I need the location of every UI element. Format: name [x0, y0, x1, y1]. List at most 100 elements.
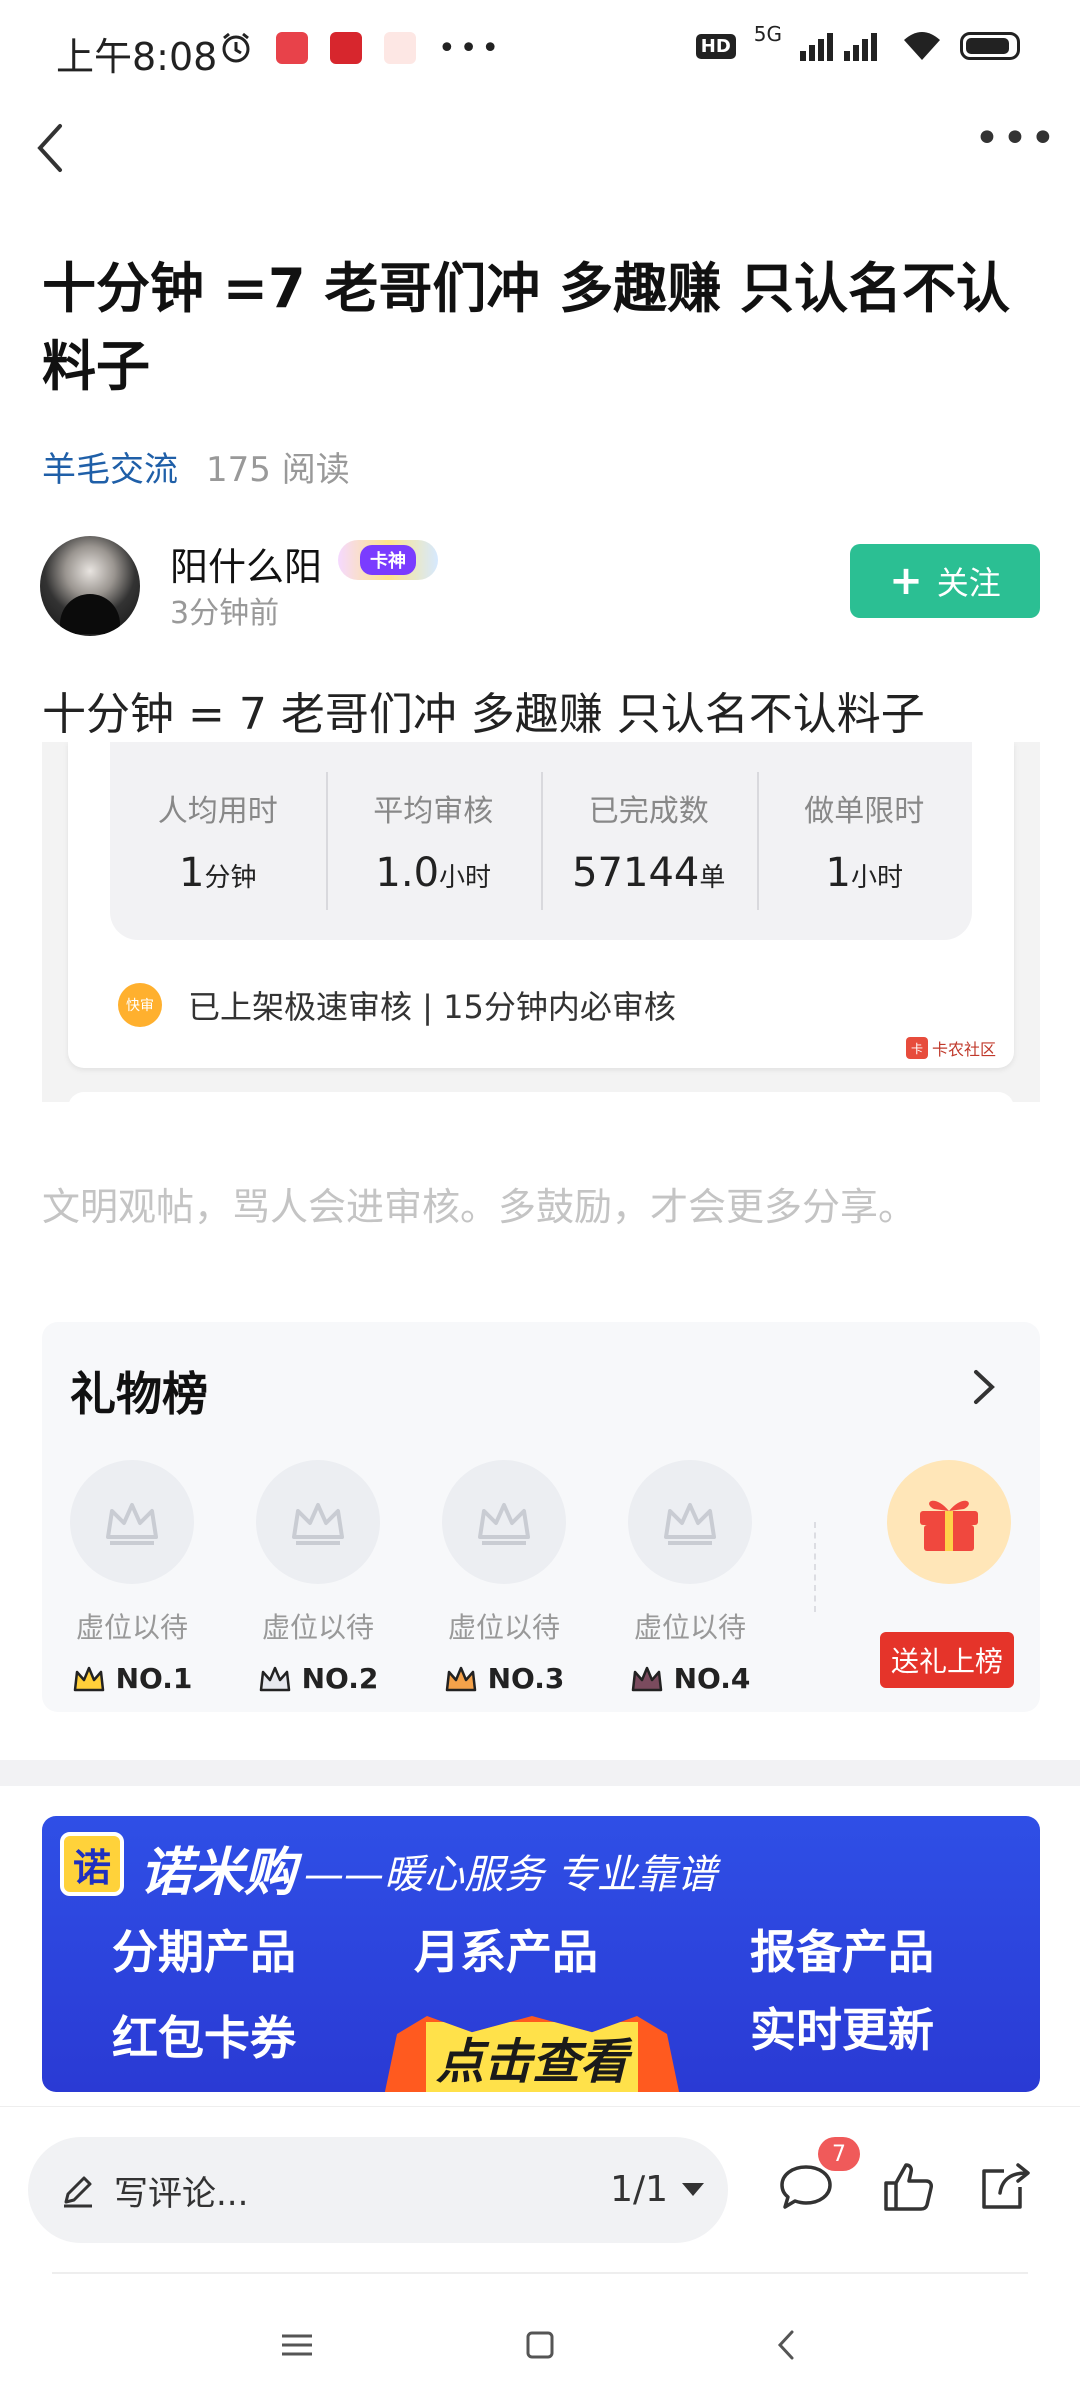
post-meta: 羊毛交流 175 阅读 [42, 442, 350, 491]
status-right-icons: HD 5G [695, 22, 1020, 62]
slot-label: 虚位以待 [75, 1611, 188, 1644]
next-card-edge [68, 1092, 1014, 1102]
slot-rank: NO.1 [70, 1662, 194, 1695]
app-notification-icon [330, 32, 362, 64]
fast-review-icon: 快审 [118, 983, 162, 1027]
watermark: 卡 卡农社区 [905, 1036, 996, 1060]
author-name[interactable]: 阳什么阳 [170, 536, 322, 591]
read-count: 175 阅读 [206, 450, 350, 490]
ad-item: 红包卡券 [112, 2011, 296, 2065]
more-options-icon[interactable]: ••• [974, 117, 1056, 174]
watermark-text: 卡农社区 [931, 1040, 996, 1059]
signal-icon [800, 33, 877, 61]
slot-rank-label: NO.1 [115, 1662, 193, 1695]
civility-notice: 文明观帖，骂人会进审核。多鼓励，才会更多分享。 [42, 1185, 917, 1229]
ad-item: 月系产品 [414, 1925, 598, 1979]
fast-review-row: 快审 已上架极速审核 | 15分钟内必审核 [118, 982, 676, 1028]
ad-logo: 诺 [60, 1832, 124, 1896]
gift-box-button[interactable] [887, 1460, 1011, 1584]
post-body: 十分钟 = 7 老哥们冲 多趣赚 只认名不认料子 [42, 689, 925, 740]
menu-icon[interactable] [272, 2320, 322, 2370]
watermark-logo-icon: 卡 [905, 1037, 928, 1059]
crown-icon [664, 1503, 716, 1545]
ad-item: 分期产品 [112, 1925, 296, 1979]
author-avatar[interactable] [40, 536, 140, 636]
stat-unit: 小时 [439, 863, 492, 893]
slot-rank-label: NO.2 [301, 1662, 379, 1695]
bottom-action-bar: 写评论... 1/1 7 [0, 2106, 1080, 2278]
crown-placeholder [256, 1460, 380, 1584]
plus-icon: + [889, 558, 923, 604]
caret-down-icon[interactable] [682, 2183, 704, 2196]
bronze-crown-icon [445, 1666, 476, 1691]
stat-avg-review: 平均审核 1.0小时 [325, 742, 542, 940]
follow-button[interactable]: + 关注 [850, 544, 1040, 618]
ad-item: 报备产品 [750, 1925, 934, 1979]
stat-label: 做单限时 [804, 794, 925, 829]
gift-board: 礼物榜 虚位以待 NO.1 虚位以待 NO.2 虚位以待 NO.3 虚位以待 N… [42, 1322, 1040, 1712]
stat-unit: 单 [699, 863, 726, 893]
gift-slot[interactable]: 虚位以待 NO.1 [70, 1460, 194, 1695]
slot-label: 虚位以待 [261, 1611, 374, 1644]
gift-slot[interactable]: 虚位以待 NO.3 [442, 1460, 566, 1695]
slot-rank: NO.3 [442, 1662, 566, 1695]
stat-label: 已完成数 [588, 794, 709, 829]
wifi-icon [904, 32, 940, 60]
status-bar: 上午8:08 ••• HD 5G [0, 0, 1080, 100]
stat-avg-time: 人均用时 1分钟 [110, 742, 326, 940]
ad-brand: 诺米购 [140, 1843, 297, 1903]
stat-value: 57144 [572, 850, 700, 896]
gift-box-icon [920, 1500, 978, 1551]
slot-rank: NO.4 [628, 1662, 752, 1695]
chevron-right-icon[interactable] [964, 1362, 1004, 1412]
stat-label: 人均用时 [157, 794, 278, 829]
task-info-card: 人均用时 1分钟 平均审核 1.0小时 已完成数 57144单 做单限时 1小时… [68, 742, 1014, 1068]
system-nav-bar [0, 2290, 1080, 2400]
slot-label: 虚位以待 [447, 1611, 560, 1644]
slot-label: 虚位以待 [633, 1611, 746, 1644]
more-notifications-icon: ••• [438, 30, 504, 66]
gift-slot[interactable]: 虚位以待 NO.2 [256, 1460, 380, 1695]
home-icon[interactable] [515, 2320, 565, 2370]
share-icon[interactable] [976, 2157, 1036, 2217]
gift-slot[interactable]: 虚位以待 NO.4 [628, 1460, 752, 1695]
ad-cta-button[interactable]: 点击查看 [382, 2016, 682, 2092]
dark-crown-icon [631, 1666, 662, 1691]
back-nav-icon[interactable] [762, 2320, 812, 2370]
slot-rank: NO.2 [256, 1662, 380, 1695]
fast-review-text: 已上架极速审核 | 15分钟内必审核 [188, 988, 676, 1026]
gold-crown-icon [73, 1666, 104, 1691]
stat-time-limit: 做单限时 1小时 [756, 742, 973, 940]
stat-unit: 分钟 [204, 863, 257, 893]
crown-icon [478, 1503, 530, 1545]
ad-banner[interactable]: 诺 诺米购 ——暖心服务 专业靠谱 分期产品 月系产品 报备产品 红包卡券 实时… [42, 1816, 1040, 2092]
send-gift-button[interactable]: 送礼上榜 [880, 1632, 1014, 1688]
ad-item: 实时更新 [750, 2003, 934, 2057]
stat-completed: 已完成数 57144单 [541, 742, 757, 940]
post-time: 3分钟前 [170, 596, 280, 631]
back-icon[interactable] [24, 118, 84, 178]
status-notification-icons: ••• [218, 30, 503, 66]
stat-value: 1 [825, 850, 851, 896]
page-indicator[interactable]: 1/1 [610, 2169, 668, 2210]
network-type: 5G [753, 22, 782, 46]
stat-value: 1 [179, 850, 205, 896]
mail-app-icon [276, 32, 308, 64]
thumbs-up-icon[interactable] [878, 2157, 938, 2217]
author-badge-label: 卡神 [360, 545, 416, 575]
slot-rank-label: NO.3 [487, 1662, 565, 1695]
comment-input[interactable]: 写评论... 1/1 [28, 2137, 728, 2243]
stat-value: 1.0 [375, 850, 440, 896]
hd-icon: HD [695, 33, 736, 59]
ad-tagline: ——暖心服务 专业靠谱 [304, 1852, 717, 1898]
top-nav: ••• [0, 100, 1080, 200]
comment-placeholder: 写评论... [114, 2173, 249, 2214]
silver-crown-icon [259, 1666, 290, 1691]
crown-placeholder [70, 1460, 194, 1584]
category-link[interactable]: 羊毛交流 [42, 442, 178, 491]
battery-icon [960, 32, 1020, 60]
alarm-icon [222, 32, 250, 63]
comment-count-badge: 7 [818, 2137, 860, 2171]
crown-icon [292, 1503, 344, 1545]
embedded-image[interactable]: 人均用时 1分钟 平均审核 1.0小时 已完成数 57144单 做单限时 1小时… [42, 742, 1040, 1102]
